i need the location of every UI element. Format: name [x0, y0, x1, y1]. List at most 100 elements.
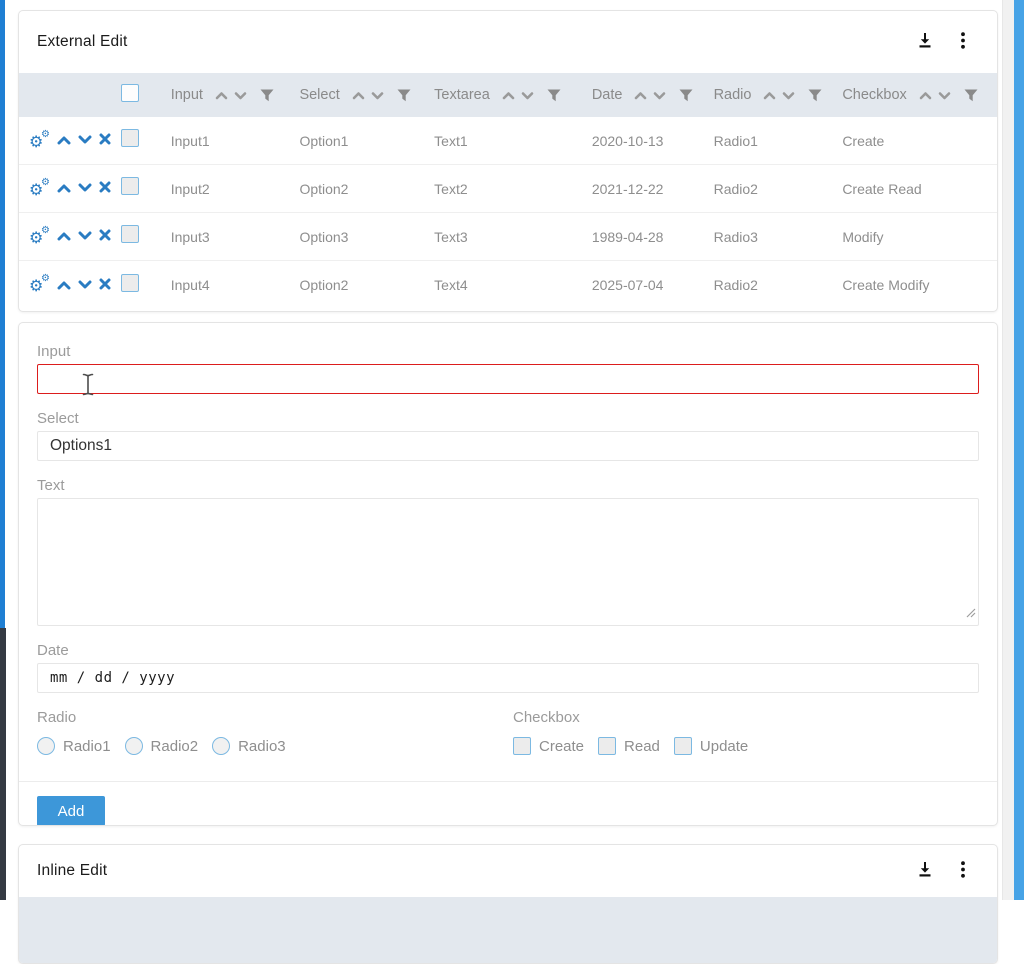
- date-label: Date: [37, 642, 979, 659]
- resize-grip-icon[interactable]: [964, 605, 976, 623]
- more-options-button[interactable]: [959, 859, 967, 883]
- sort-desc-button[interactable]: [231, 91, 250, 100]
- filter-button[interactable]: [808, 89, 822, 102]
- row-move-up-button[interactable]: [57, 133, 71, 148]
- filter-button[interactable]: [397, 89, 411, 102]
- page-left-edge-dark: [0, 628, 6, 900]
- download-button[interactable]: [915, 860, 935, 882]
- row-move-down-button[interactable]: [78, 133, 92, 148]
- sort-desc-button[interactable]: [368, 91, 387, 100]
- filter-button[interactable]: [964, 89, 978, 102]
- cell-date: 1989-04-28: [592, 229, 714, 245]
- external-edit-card: External Edit Input Sele: [18, 10, 998, 312]
- filter-button[interactable]: [260, 89, 274, 102]
- row-settings-button[interactable]: ⚙⚙: [29, 179, 50, 199]
- sort-asc-button[interactable]: [349, 91, 368, 100]
- sort-asc-button[interactable]: [916, 91, 935, 100]
- row-settings-button[interactable]: ⚙⚙: [29, 227, 50, 247]
- table-row: ⚙⚙ Input3 Option3 Text3 1989-04-28 Radio…: [19, 213, 997, 261]
- filter-button[interactable]: [679, 89, 693, 102]
- checkbox-option[interactable]: Create: [513, 737, 584, 755]
- cogs-icon: ⚙⚙: [29, 131, 50, 151]
- radio2-radio[interactable]: [125, 737, 143, 755]
- row-move-down-button[interactable]: [78, 278, 92, 293]
- table-header-row: Input Select Textarea Date Radio: [19, 73, 997, 117]
- checkbox-option-label: Create: [539, 738, 584, 755]
- row-checkbox[interactable]: [121, 274, 139, 292]
- cell-date: 2025-07-04: [592, 277, 714, 293]
- column-label: Checkbox: [842, 87, 906, 103]
- row-delete-button[interactable]: [99, 229, 111, 244]
- cell-radio: Radio2: [714, 277, 843, 293]
- sort-asc-button[interactable]: [212, 91, 231, 100]
- create-checkbox[interactable]: [513, 737, 531, 755]
- download-icon: [917, 862, 933, 880]
- sort-desc-button[interactable]: [935, 91, 954, 100]
- row-move-up-button[interactable]: [57, 181, 71, 196]
- row-delete-button[interactable]: [99, 181, 111, 196]
- row-move-up-button[interactable]: [57, 229, 71, 244]
- cell-textarea: Text2: [434, 181, 592, 197]
- sort-asc-button[interactable]: [499, 91, 518, 100]
- update-checkbox[interactable]: [674, 737, 692, 755]
- table-row: ⚙⚙ Input1 Option1 Text1 2020-10-13 Radio…: [19, 117, 997, 165]
- cell-date: 2021-12-22: [592, 181, 714, 197]
- row-settings-button[interactable]: ⚙⚙: [29, 275, 50, 295]
- checkbox-option[interactable]: Read: [598, 737, 660, 755]
- select-field[interactable]: Options1: [37, 431, 979, 461]
- checkbox-group-label: Checkbox: [513, 709, 762, 726]
- radio-option[interactable]: Radio1: [37, 737, 111, 755]
- cell-radio: Radio2: [714, 181, 843, 197]
- cell-date: 2020-10-13: [592, 133, 714, 149]
- download-icon: [917, 33, 933, 51]
- row-move-down-button[interactable]: [78, 181, 92, 196]
- radio-option[interactable]: Radio2: [125, 737, 199, 755]
- row-checkbox[interactable]: [121, 177, 139, 195]
- radio3-radio[interactable]: [212, 737, 230, 755]
- add-button[interactable]: Add: [37, 796, 105, 826]
- row-checkbox[interactable]: [121, 129, 139, 147]
- chevron-up-icon: [57, 229, 71, 244]
- form-actions-divider: [19, 781, 997, 782]
- cell-checkbox: Create: [842, 133, 997, 149]
- row-settings-button[interactable]: ⚙⚙: [29, 131, 50, 151]
- row-move-up-button[interactable]: [57, 278, 71, 293]
- chevron-up-icon: [57, 133, 71, 148]
- date-field[interactable]: mm / dd / yyyy: [37, 663, 979, 693]
- filter-button[interactable]: [547, 89, 561, 102]
- radio1-radio[interactable]: [37, 737, 55, 755]
- x-icon: [99, 181, 111, 196]
- sort-desc-button[interactable]: [518, 91, 537, 100]
- chevron-up-icon: [57, 181, 71, 196]
- column-header-checkbox: Checkbox: [842, 87, 997, 103]
- sort-desc-button[interactable]: [650, 91, 669, 100]
- sort-asc-button[interactable]: [760, 91, 779, 100]
- download-button[interactable]: [915, 31, 935, 53]
- cell-checkbox: Create Read: [842, 181, 997, 197]
- sort-desc-button[interactable]: [779, 91, 798, 100]
- textarea-field[interactable]: [37, 498, 979, 626]
- row-delete-button[interactable]: [99, 133, 111, 148]
- more-options-button[interactable]: [959, 30, 967, 54]
- row-checkbox[interactable]: [121, 225, 139, 243]
- radio-option[interactable]: Radio3: [212, 737, 286, 755]
- date-placeholder: mm / dd / yyyy: [50, 670, 175, 686]
- row-delete-button[interactable]: [99, 278, 111, 293]
- checkbox-option[interactable]: Update: [674, 737, 748, 755]
- table-row: ⚙⚙ Input2 Option2 Text2 2021-12-22 Radio…: [19, 165, 997, 213]
- checkbox-option-label: Update: [700, 738, 748, 755]
- select-all-checkbox[interactable]: [121, 84, 139, 102]
- column-header-date: Date: [592, 87, 714, 103]
- sort-asc-button[interactable]: [631, 91, 650, 100]
- cell-textarea: Text4: [434, 277, 592, 293]
- row-move-down-button[interactable]: [78, 229, 92, 244]
- radio-option-label: Radio1: [63, 738, 111, 755]
- column-label: Select: [299, 87, 339, 103]
- cogs-icon: ⚙⚙: [29, 275, 50, 295]
- read-checkbox[interactable]: [598, 737, 616, 755]
- input-field[interactable]: [37, 364, 979, 394]
- scrollbar-thumb[interactable]: [1014, 0, 1024, 900]
- inline-edit-card: Inline Edit: [18, 844, 998, 964]
- cell-select: Option2: [299, 277, 434, 293]
- cell-select: Option1: [299, 133, 434, 149]
